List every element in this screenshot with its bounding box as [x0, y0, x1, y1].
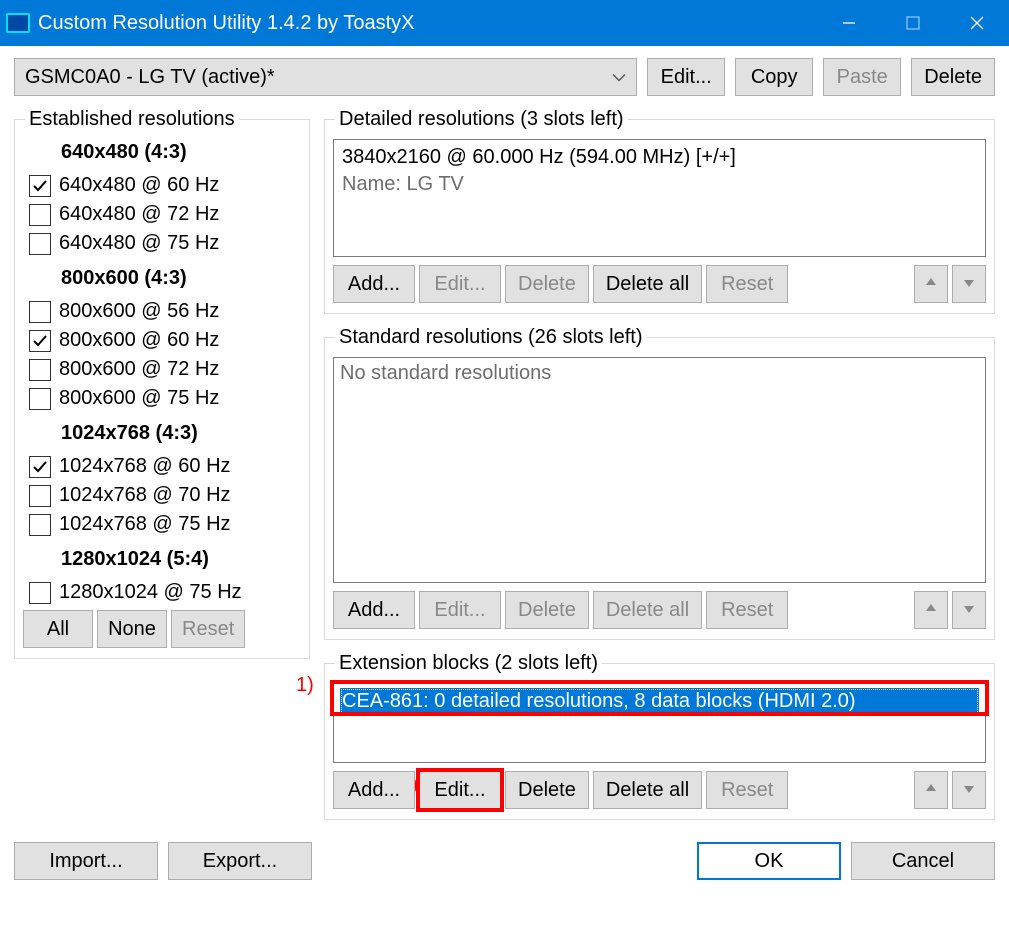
est-checkbox-row[interactable]: 640x480 @ 75 Hz — [29, 232, 301, 255]
extension-edit-button[interactable]: Edit... — [419, 771, 501, 809]
est-checkbox-row[interactable]: 640x480 @ 60 Hz — [29, 174, 301, 197]
detailed-delete-all-button[interactable]: Delete all — [593, 265, 702, 303]
standard-delete-all-button: Delete all — [593, 591, 702, 629]
display-dropdown[interactable]: GSMC0A0 - LG TV (active)* — [14, 58, 637, 96]
arrow-up-icon — [925, 273, 937, 296]
est-item-label: 640x480 @ 75 Hz — [59, 232, 219, 255]
est-item-label: 1280x1024 @ 75 Hz — [59, 581, 242, 604]
detailed-row[interactable]: 3840x2160 @ 60.000 Hz (594.00 MHz) [+/+] — [340, 144, 979, 171]
checkbox[interactable] — [29, 359, 51, 381]
est-checkbox-row[interactable]: 800x600 @ 60 Hz — [29, 329, 301, 352]
established-all-button[interactable]: All — [23, 610, 93, 648]
extension-delete-button[interactable]: Delete — [505, 771, 589, 809]
extension-reset-button: Reset — [706, 771, 788, 809]
standard-delete-button: Delete — [505, 591, 589, 629]
detailed-legend: Detailed resolutions (3 slots left) — [335, 108, 628, 131]
checkbox[interactable] — [29, 582, 51, 604]
detailed-name-row[interactable]: Name: LG TV — [340, 171, 979, 198]
established-reset-button: Reset — [171, 610, 245, 648]
est-checkbox-row[interactable]: 1024x768 @ 70 Hz — [29, 484, 301, 507]
checkbox[interactable] — [29, 388, 51, 410]
arrow-down-icon — [963, 273, 975, 296]
est-checkbox-row[interactable]: 1024x768 @ 75 Hz — [29, 513, 301, 536]
arrow-down-icon — [963, 779, 975, 802]
standard-down-button — [952, 591, 986, 629]
close-button[interactable] — [945, 0, 1009, 46]
maximize-button — [881, 0, 945, 46]
arrow-up-icon — [925, 599, 937, 622]
import-button[interactable]: Import... — [14, 842, 158, 880]
est-item-label: 640x480 @ 60 Hz — [59, 174, 219, 197]
est-checkbox-row[interactable]: 1024x768 @ 60 Hz — [29, 455, 301, 478]
detailed-listbox[interactable]: 3840x2160 @ 60.000 Hz (594.00 MHz) [+/+]… — [333, 139, 986, 257]
checkbox[interactable] — [29, 204, 51, 226]
cancel-button[interactable]: Cancel — [851, 842, 995, 880]
standard-add-button[interactable]: Add... — [333, 591, 415, 629]
est-checkbox-row[interactable]: 800x600 @ 56 Hz — [29, 300, 301, 323]
detailed-group: Detailed resolutions (3 slots left) 3840… — [324, 108, 995, 314]
detailed-edit-button: Edit... — [419, 265, 501, 303]
standard-up-button — [914, 591, 948, 629]
est-item-label: 1024x768 @ 60 Hz — [59, 455, 231, 478]
est-checkbox-row[interactable]: 640x480 @ 72 Hz — [29, 203, 301, 226]
est-checkbox-row[interactable]: 1280x1024 @ 75 Hz — [29, 581, 301, 604]
est-group-heading: 1280x1024 (5:4) — [61, 548, 301, 571]
checkbox[interactable] — [29, 514, 51, 536]
est-item-label: 1024x768 @ 70 Hz — [59, 484, 231, 507]
checkbox[interactable] — [29, 301, 51, 323]
detailed-down-button — [952, 265, 986, 303]
est-item-label: 800x600 @ 60 Hz — [59, 329, 219, 352]
checkbox[interactable] — [29, 485, 51, 507]
est-item-label: 800x600 @ 56 Hz — [59, 300, 219, 323]
extension-group: Extension blocks (2 slots left) CEA-861:… — [324, 652, 995, 820]
established-none-button[interactable]: None — [97, 610, 167, 648]
minimize-button[interactable] — [817, 0, 881, 46]
detailed-delete-button: Delete — [505, 265, 589, 303]
standard-listbox[interactable]: No standard resolutions — [333, 357, 986, 583]
extension-listbox[interactable]: CEA-861: 0 detailed resolutions, 8 data … — [333, 683, 986, 763]
est-group-heading: 640x480 (4:3) — [61, 141, 301, 164]
est-checkbox-row[interactable]: 800x600 @ 72 Hz — [29, 358, 301, 381]
paste-button: Paste — [823, 58, 901, 96]
title-bar: Custom Resolution Utility 1.4.2 by Toast… — [0, 0, 1009, 46]
export-button[interactable]: Export... — [168, 842, 312, 880]
chevron-down-icon — [612, 66, 626, 89]
est-group-heading: 800x600 (4:3) — [61, 267, 301, 290]
delete-button[interactable]: Delete — [911, 58, 995, 96]
checkbox[interactable] — [29, 175, 51, 197]
est-item-label: 640x480 @ 72 Hz — [59, 203, 219, 226]
checkbox[interactable] — [29, 330, 51, 352]
display-dropdown-label: GSMC0A0 - LG TV (active)* — [25, 66, 275, 89]
extension-row-cea861[interactable]: CEA-861: 0 detailed resolutions, 8 data … — [340, 688, 979, 715]
edit-button[interactable]: Edit... — [647, 58, 725, 96]
ok-button[interactable]: OK — [697, 842, 841, 880]
est-item-label: 1024x768 @ 75 Hz — [59, 513, 231, 536]
established-group: Established resolutions 640x480 (4:3) 640… — [14, 108, 310, 659]
app-icon — [6, 13, 30, 33]
est-group-heading: 1024x768 (4:3) — [61, 422, 301, 445]
arrow-down-icon — [963, 599, 975, 622]
copy-button[interactable]: Copy — [735, 58, 813, 96]
arrow-up-icon — [925, 779, 937, 802]
standard-edit-button: Edit... — [419, 591, 501, 629]
standard-legend: Standard resolutions (26 slots left) — [335, 326, 647, 349]
extension-add-button[interactable]: Add... — [333, 771, 415, 809]
checkbox[interactable] — [29, 456, 51, 478]
detailed-up-button — [914, 265, 948, 303]
est-item-label: 800x600 @ 72 Hz — [59, 358, 219, 381]
extension-up-button — [914, 771, 948, 809]
extension-legend: Extension blocks (2 slots left) — [335, 652, 602, 675]
standard-group: Standard resolutions (26 slots left) No … — [324, 326, 995, 640]
window-title: Custom Resolution Utility 1.4.2 by Toast… — [38, 12, 414, 35]
established-legend: Established resolutions — [25, 108, 239, 131]
est-item-label: 800x600 @ 75 Hz — [59, 387, 219, 410]
standard-reset-button: Reset — [706, 591, 788, 629]
extension-down-button — [952, 771, 986, 809]
detailed-add-button[interactable]: Add... — [333, 265, 415, 303]
detailed-reset-button: Reset — [706, 265, 788, 303]
est-checkbox-row[interactable]: 800x600 @ 75 Hz — [29, 387, 301, 410]
extension-delete-all-button[interactable]: Delete all — [593, 771, 702, 809]
checkbox[interactable] — [29, 233, 51, 255]
standard-placeholder: No standard resolutions — [340, 362, 551, 384]
